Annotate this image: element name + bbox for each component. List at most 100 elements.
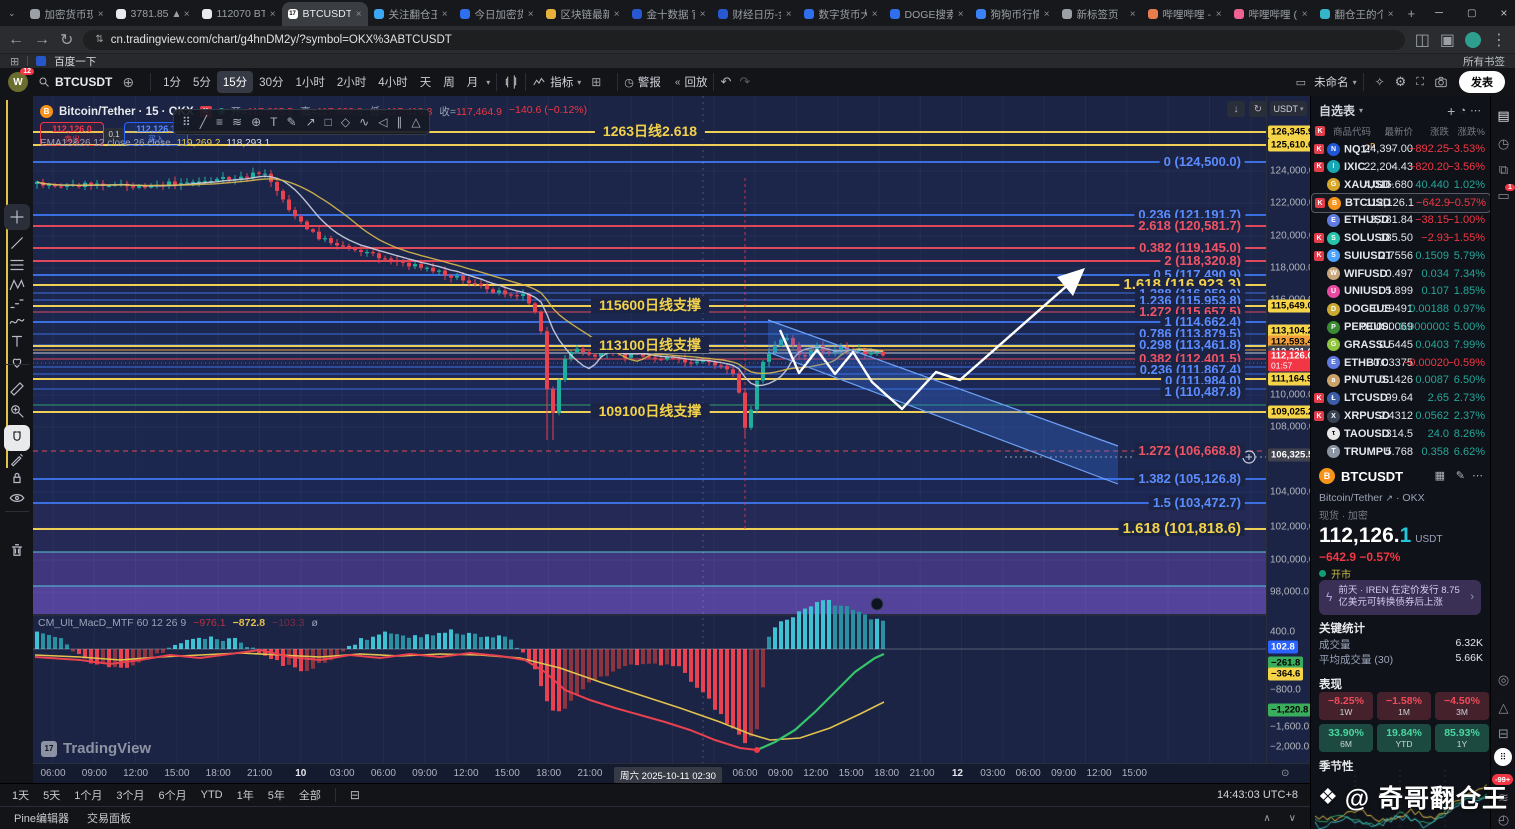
price-scale[interactable]: USDT ▾ 124,000.0 122,000.0 120,000.0 118,000.…: [1266, 96, 1317, 763]
all-bookmarks[interactable]: 所有书签: [1463, 54, 1505, 69]
tab-close-icon[interactable]: ×: [270, 9, 276, 20]
timeframe-周[interactable]: 周: [437, 71, 461, 93]
news-banner[interactable]: ϟ 前天 · IREN 在定价发行 8.75 亿美元可转换债券后上涨 ›: [1319, 580, 1481, 615]
collapse-up-icon[interactable]: ∧: [1263, 813, 1270, 824]
timeframe-menu-icon[interactable]: ▾: [486, 78, 490, 87]
detail-edit-icon[interactable]: ✎: [1456, 469, 1465, 482]
favorite-tool-icon-11[interactable]: ◁: [378, 115, 387, 129]
watchlist-row-WIFUSDT[interactable]: W WIFUSDT 0.497 0.034 7.34%: [1311, 265, 1489, 283]
snapshot-camera-icon[interactable]: [1434, 75, 1448, 89]
watchlist-row-TAOUSDT[interactable]: τTAOUSDT314.524.08.26%: [1311, 425, 1489, 443]
address-bar[interactable]: ⇅ cn.tradingview.com/chart/g4hnDM2y/?sym…: [83, 29, 1405, 50]
favorite-tool-icon-3[interactable]: ≋: [232, 115, 242, 129]
window-restore-button[interactable]: ▢: [1455, 8, 1488, 19]
tab-close-icon[interactable]: ×: [958, 9, 964, 20]
panel-tab-交易面板[interactable]: 交易面板: [87, 810, 131, 826]
detail-grid-icon[interactable]: ▦: [1435, 469, 1445, 482]
browser-tab[interactable]: 财经日历-金 ×: [712, 2, 798, 26]
tab-close-icon[interactable]: ×: [786, 9, 792, 20]
macd-title[interactable]: CM_Ult_MacD_MTF 60 12 26 9: [38, 617, 186, 629]
timeframe-月[interactable]: 月: [461, 71, 485, 93]
tab-close-icon[interactable]: ×: [1216, 9, 1222, 20]
currency-toggle[interactable]: USDT ▾: [1270, 101, 1307, 116]
watchlist-row-XAUUSD[interactable]: G XAUUSD • 4,016.680 40.440 1.02%: [1311, 176, 1489, 194]
browser-tab[interactable]: 加密货币现货 ×: [24, 2, 110, 26]
browser-menu-icon[interactable]: ⋮: [1491, 30, 1507, 50]
watchlist-more-icon[interactable]: ⋯: [1470, 104, 1481, 117]
range-3个月[interactable]: 3个月: [116, 787, 144, 803]
extensions-icon[interactable]: ◫: [1415, 30, 1430, 50]
timeframe-2小时[interactable]: 2小时: [331, 71, 372, 93]
macd-eye-icon[interactable]: ø: [312, 617, 318, 629]
axis-settings-icon[interactable]: ⊙: [1281, 768, 1289, 779]
watchlist-row-NQ1![interactable]: K N NQ1!D • 24,397.00 −892.25 −3.53%: [1311, 140, 1489, 158]
watchlist-row-SOLUSDT[interactable]: KSSOLUSDT185.50−2.93−1.55%: [1311, 229, 1489, 247]
alerts-rail-icon[interactable]: ◷: [1491, 136, 1515, 152]
browser-tab[interactable]: 112070 BTC ×: [196, 2, 282, 26]
watchlist-menu-icon[interactable]: ▾: [1359, 106, 1363, 115]
browser-tab[interactable]: DOGE搜索结 ×: [884, 2, 970, 26]
watchlist-title[interactable]: 自选表: [1319, 102, 1355, 119]
range-1个月[interactable]: 1个月: [74, 787, 102, 803]
watchlist-sort-icon[interactable]: ◔: [1459, 105, 1466, 117]
browser-tab[interactable]: 关注翻仓王的 ×: [368, 2, 454, 26]
sidebar-icon[interactable]: ▣: [1440, 30, 1455, 50]
browser-tab[interactable]: 哔哩哔哩 - 排 ×: [1142, 2, 1228, 26]
tab-close-icon[interactable]: ×: [1044, 9, 1050, 20]
new-tab-button[interactable]: +: [1400, 6, 1424, 21]
replay-button[interactable]: «回放: [675, 74, 708, 90]
favorite-tool-icon-0[interactable]: ⠿: [182, 115, 191, 129]
publish-button[interactable]: 发表: [1459, 71, 1505, 93]
tab-close-icon[interactable]: ×: [614, 9, 620, 20]
favorite-tool-icon-13[interactable]: △: [411, 115, 420, 129]
external-link-icon[interactable]: ↗: [1386, 493, 1394, 503]
browser-tab[interactable]: 今日加密货币 ×: [454, 2, 540, 26]
range-全部[interactable]: 全部: [299, 787, 321, 803]
watchlist-row-DOGEUSDT[interactable]: DDOGEUSDT0.194910.001880.97%: [1311, 300, 1489, 318]
range-YTD[interactable]: YTD: [201, 789, 223, 801]
tradingview-logo[interactable]: 17 TradingView: [41, 740, 151, 757]
tab-close-icon[interactable]: ×: [184, 9, 190, 20]
layout-save-icon[interactable]: ▭: [1296, 76, 1306, 89]
range-5天[interactable]: 5天: [43, 787, 60, 803]
favorite-tool-icon-6[interactable]: ✎: [287, 115, 297, 129]
favorite-drawings-toolbar[interactable]: ⠿ ╱ ≡ ≋ ⊕ T ✎ ↗ □ ◇ ∿ ◁ ∥ △: [173, 109, 430, 135]
undo-icon[interactable]: ↶: [720, 74, 731, 90]
back-icon[interactable]: ←: [8, 31, 24, 49]
favorite-tool-icon-10[interactable]: ∿: [359, 115, 369, 129]
fullscreen-icon[interactable]: ⛶: [1416, 76, 1424, 89]
timeframe-1小时[interactable]: 1小时: [289, 71, 330, 93]
timeframe-5分[interactable]: 5分: [187, 71, 217, 93]
timeframe-天[interactable]: 天: [414, 71, 438, 93]
calendar-rail-icon[interactable]: ⊟: [1491, 726, 1515, 742]
tab-close-icon[interactable]: ×: [1388, 9, 1394, 20]
watchlist-row-GRASSUSDT[interactable]: GGRASSUSDT0.54450.04037.99%: [1311, 336, 1489, 354]
news-arrow-icon[interactable]: ›: [1470, 591, 1474, 603]
add-symbol-button[interactable]: +: [1447, 103, 1455, 119]
tab-close-icon[interactable]: ×: [98, 9, 104, 20]
layout-name[interactable]: 未命名: [1314, 74, 1349, 90]
tab-close-icon[interactable]: ×: [1130, 9, 1136, 20]
timeframe-4小时[interactable]: 4小时: [372, 71, 413, 93]
avatar[interactable]: [1465, 31, 1481, 48]
zoom-in-tool[interactable]: [4, 398, 30, 424]
settings-gear-icon[interactable]: ⚙: [1395, 74, 1407, 90]
emoji-heart-tool[interactable]: [4, 349, 30, 375]
watchlist-row-ETHUSDT[interactable]: EETHUSDT3,781.84−38.15−1.00%: [1311, 211, 1489, 229]
range-1天[interactable]: 1天: [12, 787, 29, 803]
site-info-icon[interactable]: ⇅: [95, 34, 103, 45]
crosshair-tool[interactable]: [4, 204, 30, 230]
tab-close-icon[interactable]: ×: [442, 9, 448, 20]
indicators-button[interactable]: 指标 ▾: [532, 74, 581, 90]
apps-grid-rail-icon[interactable]: ⠿: [1494, 748, 1512, 766]
browser-tab[interactable]: 区块链最新消 ×: [540, 2, 626, 26]
range-1年[interactable]: 1年: [237, 787, 254, 803]
watchlist-row-SUIUSDT[interactable]: K S SUIUSDT 2.7556 0.1509 5.79%: [1311, 247, 1489, 265]
tab-close-icon[interactable]: ×: [872, 9, 878, 20]
timeframe-1分[interactable]: 1分: [157, 71, 187, 93]
browser-tab[interactable]: 翻仓王的个人 ×: [1314, 2, 1400, 26]
range-6个月[interactable]: 6个月: [159, 787, 187, 803]
layout-menu-icon[interactable]: ▾: [1353, 78, 1357, 87]
range-5年[interactable]: 5年: [268, 787, 285, 803]
chart-pane[interactable]: 1263日线2.618 115600日线支撑 113100日线支撑 109100日线支…: [33, 96, 1266, 763]
